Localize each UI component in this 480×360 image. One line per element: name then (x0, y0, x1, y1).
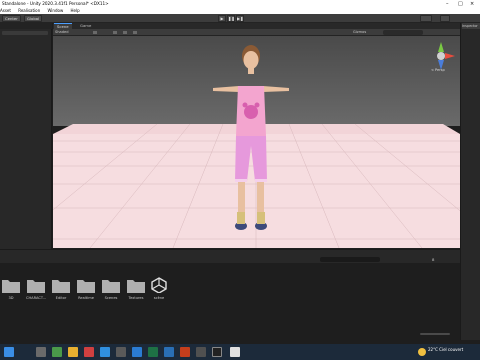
word-icon[interactable] (132, 347, 142, 357)
start-icon[interactable] (4, 347, 14, 357)
search-icon[interactable] (36, 347, 46, 357)
weather-widget[interactable]: 22°C Ciel couvert (428, 347, 463, 352)
scene-render (53, 36, 460, 248)
main-toolbar: Center Global ▶ ❚❚ ▶❚ (0, 14, 480, 23)
pause-button[interactable]: ❚❚ (227, 15, 235, 22)
opera-icon[interactable] (84, 347, 94, 357)
folder-icon (77, 280, 95, 293)
inspector-title: Inspector (462, 24, 478, 28)
edge-icon[interactable] (100, 347, 110, 357)
taskview-icon[interactable] (52, 347, 62, 357)
tab-game-label: Game (80, 23, 92, 28)
lighting-toggle[interactable] (113, 31, 117, 34)
gizmos-dropdown[interactable]: Gizmos (353, 29, 366, 36)
account-button[interactable] (420, 15, 432, 22)
app-icon-2[interactable] (164, 347, 174, 357)
app-icon-3[interactable] (230, 347, 240, 357)
project-counter: 8 (432, 257, 435, 262)
scene-asset[interactable]: scène (150, 277, 168, 300)
folder-realtime[interactable]: Realtime (77, 277, 95, 300)
folder-icon (127, 280, 145, 293)
weather-temperature: 22°C (428, 347, 438, 352)
folder-3d[interactable]: 3D (2, 277, 20, 300)
weather-condition: Ciel couvert (439, 347, 464, 352)
persp-label[interactable]: < Persp (431, 68, 445, 72)
excel-icon[interactable] (148, 347, 158, 357)
folder-icon (2, 280, 20, 293)
hierarchy-search-input[interactable] (2, 31, 48, 35)
powerpoint-icon[interactable] (180, 347, 190, 357)
project-asset-grid[interactable]: 3D CHARACT... Editor Realtime Scenes Tex… (0, 263, 460, 340)
minimize-button[interactable]: – (446, 0, 449, 8)
inspector-tab[interactable]: Inspector (462, 23, 480, 29)
2d-toggle[interactable] (93, 31, 97, 34)
folder-characters[interactable]: CHARACT... (26, 277, 46, 300)
app-icon-1[interactable] (116, 347, 126, 357)
scene-asset-label: scène (153, 296, 165, 300)
pivot-global-button[interactable]: Global (24, 15, 43, 22)
windows-taskbar (0, 344, 480, 360)
folder-icon (52, 280, 70, 293)
step-button[interactable]: ▶❚ (236, 15, 244, 22)
weather-icon[interactable] (418, 348, 426, 356)
audio-toggle[interactable] (123, 31, 127, 34)
folder-textures[interactable]: Textures (127, 277, 145, 300)
scene-search-input[interactable] (383, 30, 423, 35)
pivot-center-button[interactable]: Center (2, 15, 21, 22)
step-icon: ▶❚ (237, 16, 244, 21)
menu-item-realisation[interactable]: Realisation (18, 8, 40, 13)
folder-icon (102, 280, 120, 293)
close-button[interactable]: × (470, 0, 474, 8)
pivot-global-label: Global (27, 16, 40, 21)
effects-toggle[interactable] (133, 31, 137, 34)
play-button[interactable]: ▶ (218, 15, 226, 22)
scene-toolbar: Shaded Gizmos (53, 29, 460, 36)
folder-editor[interactable]: Editor (52, 277, 70, 300)
menu-item-window[interactable]: Window (47, 8, 63, 13)
zoom-slider[interactable] (420, 333, 450, 335)
project-search-input[interactable] (320, 257, 380, 262)
project-toolbar: 8 (0, 249, 460, 263)
inspector-panel[interactable]: Inspector (460, 23, 480, 340)
character-head (243, 51, 259, 69)
folder-icon (27, 280, 45, 293)
scene-viewport[interactable]: < Persp (53, 36, 460, 248)
unity-scene-icon (151, 277, 167, 294)
menu-item-asset[interactable]: Asset (0, 8, 11, 13)
layers-button[interactable] (440, 15, 450, 22)
window-title: Standalone - Unity 2020.3.41f1 Personal*… (2, 1, 109, 6)
maximize-button[interactable]: □ (458, 0, 463, 8)
play-icon: ▶ (220, 16, 224, 21)
hierarchy-panel[interactable] (0, 23, 52, 249)
pivot-center-label: Center (5, 16, 18, 21)
pause-icon: ❚❚ (228, 16, 235, 21)
window-title-bar: Standalone - Unity 2020.3.41f1 Personal*… (0, 0, 480, 8)
unity-hub-icon[interactable] (196, 347, 206, 357)
hierarchy-header (0, 23, 52, 29)
menu-item-help[interactable]: Help (71, 8, 80, 13)
unity-editor-icon[interactable] (212, 347, 222, 357)
folder-scenes[interactable]: Scenes (102, 277, 120, 300)
explorer-icon[interactable] (68, 347, 78, 357)
shading-mode-dropdown[interactable]: Shaded (55, 29, 69, 36)
